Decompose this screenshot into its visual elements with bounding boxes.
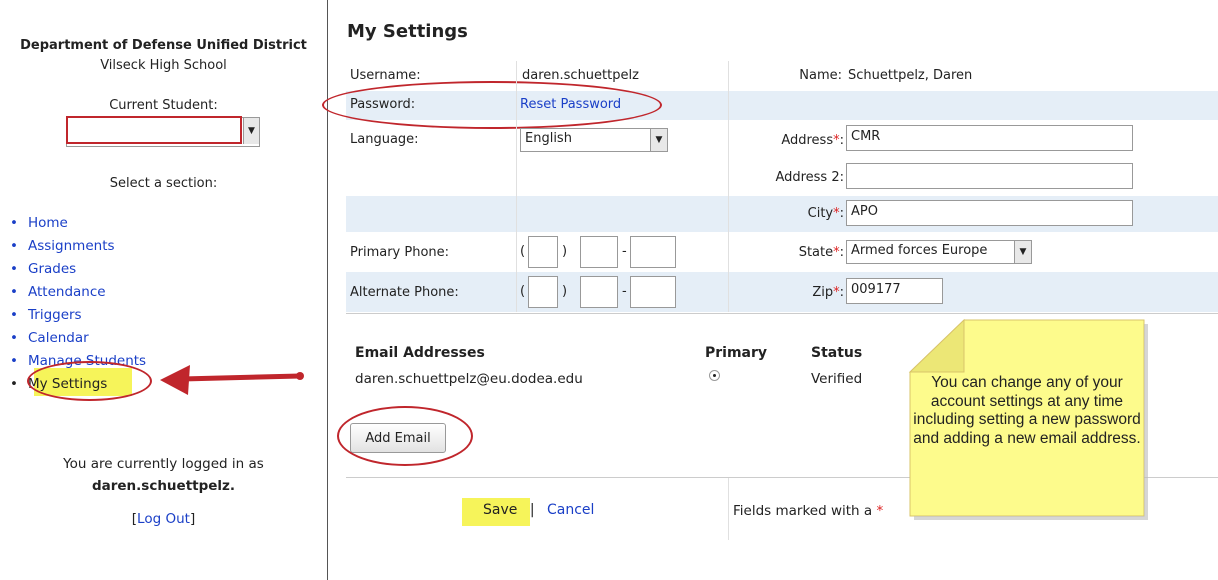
city-input[interactable]: APO (846, 200, 1133, 226)
required-asterisk: * (876, 503, 884, 519)
nav-item-grades: • Grades (10, 260, 146, 283)
username-value: daren.schuettpelz (522, 68, 639, 83)
name-label: Name: (799, 68, 842, 83)
name-value: Schuettpelz, Daren (848, 68, 973, 83)
nav-item-triggers: • Triggers (10, 306, 146, 329)
alternate-phone-line[interactable] (630, 276, 676, 308)
primary-header: Primary (705, 345, 768, 361)
email-addresses-header: Email Addresses (355, 345, 485, 361)
annotation-oval (337, 406, 473, 466)
logout: [Log Out] (0, 511, 327, 527)
language-select[interactable]: English ▼ (520, 128, 668, 152)
bullet-icon: • (10, 330, 18, 346)
annotation-oval (27, 361, 152, 401)
address2-input[interactable] (846, 163, 1133, 189)
address-input[interactable]: CMR (846, 125, 1133, 151)
logged-in-user: daren.schuettpelz. (91, 478, 236, 494)
email-address: daren.schuettpelz@eu.dodea.edu (355, 371, 583, 387)
primary-phone-label: Primary Phone: (350, 245, 450, 260)
select-section-label: Select a section: (109, 176, 218, 191)
colon: : (839, 206, 844, 221)
divider (346, 313, 1218, 314)
state-value: Armed forces Europe (851, 243, 988, 258)
username-label: Username: (350, 68, 421, 83)
alternate-phone-area[interactable] (528, 276, 558, 308)
email-status: Verified (811, 371, 863, 387)
nav-link-home[interactable]: Home (28, 215, 68, 231)
primary-phone-prefix[interactable] (580, 236, 618, 268)
city-label: City*: (724, 206, 844, 221)
address2-label: Address 2: (775, 170, 844, 185)
address-label-text: Address (781, 133, 834, 148)
status-header: Status (811, 345, 863, 361)
chevron-down-icon[interactable]: ▼ (243, 118, 259, 144)
logout-link[interactable]: Log Out (137, 511, 190, 527)
primary-phone-fields: ( ) - (520, 236, 680, 268)
nav-link-assignments[interactable]: Assignments (28, 238, 115, 254)
address-label: Address*: (724, 133, 844, 148)
required-fields-note: Fields marked with a * (733, 503, 883, 519)
annotation-box (66, 116, 242, 144)
nav-link-attendance[interactable]: Attendance (28, 284, 106, 300)
footer-separator: | (529, 502, 535, 518)
language-label: Language: (350, 132, 419, 147)
nav-link-triggers[interactable]: Triggers (28, 307, 82, 323)
language-value: English (525, 131, 572, 146)
page-title: My Settings (347, 21, 468, 42)
nav-item-attendance: • Attendance (10, 283, 146, 306)
nav-item-home: • Home (10, 214, 146, 237)
bullet-icon: • (10, 353, 18, 369)
zip-label: Zip*: (724, 285, 844, 300)
district-name: Department of Defense Unified District (20, 38, 307, 53)
bullet-icon: • (10, 238, 18, 254)
cancel-link[interactable]: Cancel (547, 502, 594, 518)
state-label-text: State (798, 245, 834, 260)
state-label: State*: (724, 245, 844, 260)
primary-phone-line[interactable] (630, 236, 676, 268)
bullet-icon: • (10, 284, 18, 300)
school-name: Vilseck High School (100, 58, 227, 73)
bullet-icon: • (10, 215, 18, 231)
logged-in-text: You are currently logged in as (63, 456, 264, 472)
colon: : (839, 285, 844, 300)
colon: : (839, 245, 844, 260)
column-divider (728, 478, 729, 540)
chevron-down-icon[interactable]: ▼ (650, 129, 667, 151)
bullet-icon: • (10, 261, 18, 277)
annotation-arrow-icon (160, 365, 304, 395)
alternate-phone-prefix[interactable] (580, 276, 618, 308)
bullet-icon: • (10, 376, 18, 392)
state-select[interactable]: Armed forces Europe ▼ (846, 240, 1032, 264)
primary-email-radio[interactable] (709, 370, 720, 381)
nav-link-grades[interactable]: Grades (28, 261, 76, 277)
callout-text: You can change any of your account setti… (913, 374, 1141, 447)
save-link[interactable]: Save (483, 502, 517, 518)
nav-item-calendar: • Calendar (10, 329, 146, 352)
alternate-phone-fields: ( ) - (520, 276, 680, 308)
alternate-phone-label: Alternate Phone: (350, 285, 459, 300)
zip-label-text: Zip (812, 285, 834, 300)
logged-in-info: You are currently logged in as daren.sch… (0, 453, 327, 497)
required-fields-text: Fields marked with a (733, 503, 873, 519)
nav-item-assignments: • Assignments (10, 237, 146, 260)
bullet-icon: • (10, 307, 18, 323)
sidebar: Department of Defense Unified District V… (0, 0, 328, 580)
primary-phone-area[interactable] (528, 236, 558, 268)
city-label-text: City (807, 206, 834, 221)
chevron-down-icon[interactable]: ▼ (1014, 241, 1031, 263)
zip-input[interactable]: 009177 (846, 278, 943, 304)
current-student-label: Current Student: (109, 98, 218, 113)
colon: : (839, 133, 844, 148)
column-divider (516, 61, 517, 312)
nav-link-calendar[interactable]: Calendar (28, 330, 89, 346)
radio-dot-icon (713, 374, 716, 377)
bracket-close: ] (189, 511, 196, 527)
column-divider (728, 61, 729, 312)
footer-actions: Save | Cancel (483, 502, 594, 518)
